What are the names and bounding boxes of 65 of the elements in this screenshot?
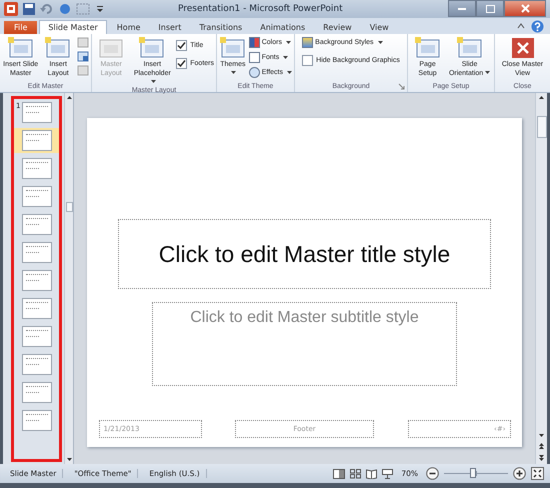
close-view-icon (510, 37, 534, 59)
scroll-thumb[interactable] (536, 116, 546, 138)
caret-icon (231, 71, 236, 74)
slide-layout-icon (456, 37, 483, 59)
checkbox[interactable] (176, 40, 188, 51)
window-title: Presentation1 - Microsoft PowerPoint (178, 4, 344, 14)
scroll-up-icon[interactable] (66, 96, 72, 99)
checkbox[interactable] (302, 55, 314, 66)
scroll-thumb[interactable] (66, 202, 73, 212)
scroll-up-icon[interactable] (539, 96, 544, 99)
previous-slide-icon[interactable] (539, 443, 544, 449)
close-button[interactable] (504, 0, 546, 17)
maximize-icon (486, 4, 494, 12)
slide-thumbnail[interactable] (14, 128, 60, 153)
ribbon-tab[interactable]: Home (108, 21, 148, 34)
ribbon-tab[interactable]: View (362, 21, 397, 34)
zoom-out-icon[interactable] (426, 467, 439, 480)
minimize-ribbon-icon[interactable] (517, 23, 525, 29)
book-icon[interactable] (366, 468, 378, 478)
checkbox[interactable] (176, 58, 188, 69)
scrollbar[interactable] (64, 93, 73, 464)
undo-icon[interactable] (40, 3, 54, 15)
slide-layout-icon (139, 37, 166, 59)
scroll-down-icon[interactable] (66, 458, 72, 461)
redo-icon[interactable] (59, 3, 71, 15)
grid-view-icon[interactable] (350, 468, 362, 478)
minimize-button[interactable] (448, 0, 476, 17)
zoom-in-icon[interactable] (513, 467, 526, 480)
ribbon-tab[interactable]: Slide Master (39, 20, 107, 34)
slide-layout-icon (8, 37, 34, 59)
title-placeholder[interactable]: Click to edit Master title style (118, 219, 491, 289)
subtitle-placeholder[interactable]: Click to edit Master subtitle style (152, 302, 457, 386)
caret-icon (150, 80, 156, 83)
next-slide-icon[interactable] (539, 455, 544, 461)
normal-view-icon[interactable] (333, 468, 346, 478)
help-icon[interactable] (531, 20, 544, 32)
scrollbar[interactable] (535, 93, 547, 464)
delete-icon[interactable] (77, 37, 89, 48)
close-icon (520, 4, 530, 13)
ribbon-tab[interactable]: Transitions (191, 21, 250, 34)
slider-thumb[interactable] (470, 468, 476, 478)
caret-icon (378, 41, 383, 44)
ribbon-tab[interactable]: Animations (252, 21, 314, 34)
caret-icon (286, 41, 291, 44)
fit-to-window-icon[interactable] (531, 467, 544, 480)
scroll-down-icon[interactable] (539, 434, 544, 437)
slide-layout-icon (98, 37, 124, 59)
app-logo-icon (4, 2, 18, 16)
projector-icon[interactable] (382, 468, 394, 478)
save-icon[interactable] (23, 3, 35, 15)
zoom-slider[interactable] (444, 468, 508, 479)
caret-icon (283, 56, 288, 59)
ribbon-tab[interactable]: Insert (150, 21, 190, 34)
slide-layout-icon (220, 37, 246, 59)
maximize-button[interactable] (476, 0, 504, 17)
caret-icon (287, 71, 292, 74)
file-tab[interactable]: File (4, 21, 38, 34)
dialog-launcher-icon[interactable] (398, 83, 405, 90)
slide-layout-icon (45, 37, 72, 59)
slide-layout-icon (414, 37, 441, 59)
customize-icon[interactable] (95, 3, 105, 15)
rename-icon[interactable] (77, 51, 89, 62)
minimize-icon (458, 7, 466, 10)
ribbon-tab[interactable]: Review (315, 21, 360, 34)
caret-icon (485, 71, 490, 74)
